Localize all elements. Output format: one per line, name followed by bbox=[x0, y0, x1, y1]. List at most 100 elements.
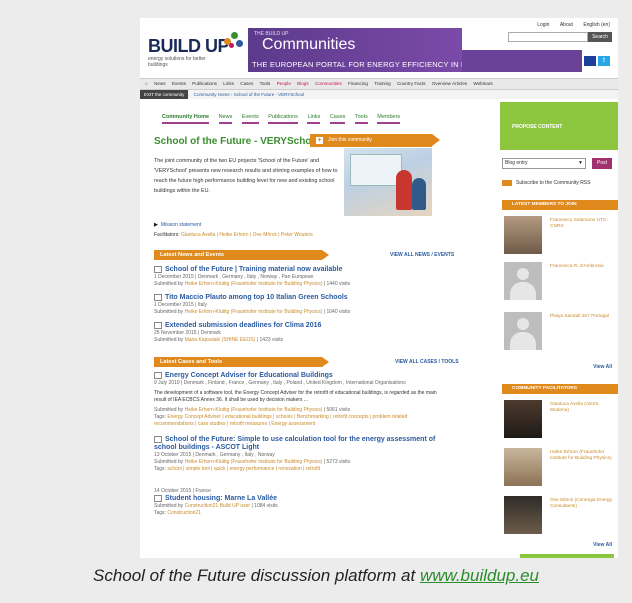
facilitator-item[interactable]: Ove Mörck (Cenergia Energy Consultants) bbox=[502, 494, 618, 538]
author-link[interactable]: Heike Erhorn-Kluttig (Fraunhofer Institu… bbox=[185, 281, 323, 287]
tag-links[interactable]: Energy Concept Adviser | educational bui… bbox=[154, 414, 407, 427]
view-all-cases-link[interactable]: VIEW ALL CASES / TOOLS bbox=[395, 359, 459, 365]
facilitator-item[interactable]: Heike Erhorn (Fraunhofer Institute for B… bbox=[502, 446, 618, 490]
figure-caption: School of the Future discussion platform… bbox=[0, 566, 632, 586]
case-title[interactable]: Student housing: Marne La Vallée bbox=[165, 495, 277, 502]
news-submitted: Submitted by Heike Erhorn-Kluttig (Fraun… bbox=[154, 309, 351, 315]
author-link[interactable]: Construction21 Build UP user bbox=[185, 503, 251, 509]
member-name[interactable]: Plaiya Sandall 267 Portugal bbox=[550, 314, 616, 320]
banner-title: Communities bbox=[262, 36, 356, 53]
nav-item-communities[interactable]: Communities bbox=[315, 79, 342, 89]
facilitators-links[interactable]: Gianluca Avella | Heike Erhorn | Ove Mör… bbox=[181, 232, 313, 238]
nav-item-tools[interactable]: Tools bbox=[260, 79, 271, 89]
nav-item-links[interactable]: Links bbox=[223, 79, 234, 89]
tab-tools[interactable]: Tools bbox=[354, 114, 368, 124]
news-item: School of the Future | Training material… bbox=[154, 266, 438, 288]
view-all-news-link[interactable]: VIEW ALL NEWS / EVENTS bbox=[390, 252, 454, 258]
nav-item-blogs[interactable]: Blogs bbox=[297, 79, 309, 89]
nav-item-news[interactable]: News bbox=[154, 79, 166, 89]
tab-publications[interactable]: Publications bbox=[268, 114, 298, 124]
news-item: Extended submission deadlines for Clima … bbox=[154, 322, 438, 344]
member-item[interactable]: Plaiya Sandall 267 Portugal bbox=[502, 310, 618, 354]
case-tags: Tags: Energy Concept Adviser | education… bbox=[154, 414, 408, 427]
mission-statement-link[interactable]: ▶ Mission statement bbox=[154, 222, 201, 228]
case-submitted: Submitted by Heike Erhorn-Kluttig (Fraun… bbox=[154, 407, 351, 413]
post-button[interactable]: Post bbox=[592, 158, 612, 169]
search-button[interactable]: Search bbox=[588, 32, 612, 42]
case-tags: Tags: Construction21 bbox=[154, 510, 201, 516]
tab-community-home[interactable]: Community Home bbox=[162, 114, 210, 124]
visit-count: | 1440 visits bbox=[323, 281, 351, 287]
member-name[interactable]: Francesco Salamone UTC-CNRS bbox=[550, 218, 616, 230]
nav-item-country-facts[interactable]: Country Facts bbox=[397, 79, 426, 89]
content-type-select[interactable]: Blog entry ▼ bbox=[502, 158, 586, 169]
facilitators-view-all-link[interactable]: View All bbox=[593, 542, 612, 548]
case-submitted: Submitted by Heike Erhorn-Kluttig (Fraun… bbox=[154, 459, 351, 465]
author-link[interactable]: Heike Erhorn-Kluttig (Fraunhofer Institu… bbox=[185, 309, 323, 315]
play-icon: ▶ bbox=[154, 222, 158, 228]
nav-item-overview-articles[interactable]: Overview Articles bbox=[432, 79, 467, 89]
author-link[interactable]: Heike Erhorn-Kluttig (Fraunhofer Institu… bbox=[185, 407, 323, 413]
nav-item-people[interactable]: People bbox=[277, 79, 291, 89]
exit-community-button[interactable]: EXIT the community bbox=[140, 90, 189, 99]
avatar bbox=[504, 496, 542, 534]
news-title[interactable]: Tito Maccio Plauto among top 10 Italian … bbox=[165, 294, 348, 301]
default-avatar-icon bbox=[504, 262, 542, 300]
facilitators-header: COMMUNITY FACILITATORS bbox=[502, 384, 618, 394]
news-title[interactable]: School of the Future | Training material… bbox=[165, 266, 342, 273]
tag-links[interactable]: school | simple tool | quick | energy pe… bbox=[167, 466, 320, 472]
facilitator-name[interactable]: Gianluca Avella (AESS Modena) bbox=[550, 402, 616, 414]
nav-item-cases[interactable]: Cases bbox=[240, 79, 253, 89]
author-link[interactable]: Heike Erhorn-Kluttig (Fraunhofer Institu… bbox=[185, 459, 323, 465]
about-link[interactable]: About bbox=[560, 22, 573, 28]
facilitator-name[interactable]: Heike Erhorn (Fraunhofer Institute for B… bbox=[550, 450, 616, 462]
home-icon[interactable]: ⌂ bbox=[145, 79, 148, 89]
case-item: School of the Future: Simple to use calc… bbox=[154, 436, 438, 473]
language-select[interactable]: English (en) bbox=[583, 22, 610, 28]
nav-item-financing[interactable]: Financing bbox=[348, 79, 368, 89]
case-icon bbox=[154, 372, 162, 380]
tab-cases[interactable]: Cases bbox=[329, 114, 346, 124]
rss-subscribe-link[interactable]: Subscribe to the Community RSS bbox=[502, 178, 618, 188]
nav-item-webinars[interactable]: Webinars bbox=[473, 79, 492, 89]
nav-item-training[interactable]: Training bbox=[374, 79, 390, 89]
case-item: 14 October 2015 | France Student housing… bbox=[154, 488, 438, 517]
case-description: The development of a software tool, the … bbox=[154, 390, 437, 403]
case-title[interactable]: Energy Concept Adviser for Educational B… bbox=[165, 372, 333, 379]
tab-links[interactable]: Links bbox=[307, 114, 321, 124]
banner-strip bbox=[462, 50, 582, 72]
login-link[interactable]: Login bbox=[537, 22, 549, 28]
propose-content-title: PROPOSE CONTENT bbox=[512, 124, 563, 130]
case-item: Energy Concept Adviser for Educational B… bbox=[154, 372, 438, 428]
tag-links[interactable]: Construction21 bbox=[167, 510, 201, 516]
eu-flag-icon bbox=[584, 56, 596, 66]
buildup-logo[interactable]: BUILD UP bbox=[148, 36, 230, 57]
case-title[interactable]: School of the Future: Simple to use calc… bbox=[154, 436, 435, 451]
news-title[interactable]: Extended submission deadlines for Clima … bbox=[165, 322, 321, 329]
twitter-icon[interactable]: t bbox=[598, 56, 610, 66]
member-item[interactable]: Francesca R. d'Ambrosio bbox=[502, 260, 618, 304]
top-links: Login About English (en) bbox=[528, 22, 610, 28]
plus-icon: + bbox=[316, 137, 323, 144]
member-name[interactable]: Francesca R. d'Ambrosio bbox=[550, 264, 616, 270]
nav-item-publications[interactable]: Publications bbox=[192, 79, 217, 89]
join-community-button[interactable]: + Join this community bbox=[310, 134, 440, 147]
news-icon bbox=[154, 294, 162, 302]
caption-link[interactable]: www.buildup.eu bbox=[420, 566, 539, 585]
member-item[interactable]: Francesco Salamone UTC-CNRS bbox=[502, 214, 618, 258]
facilitator-name[interactable]: Ove Mörck (Cenergia Energy Consultants) bbox=[550, 498, 616, 510]
tab-news[interactable]: News bbox=[218, 114, 233, 124]
facilitator-item[interactable]: Gianluca Avella (AESS Modena) bbox=[502, 398, 618, 442]
members-view-all-link[interactable]: View All bbox=[593, 364, 612, 370]
news-meta: 25 November 2015 | Denmark bbox=[154, 330, 221, 336]
news-icon bbox=[154, 266, 162, 274]
visit-count: | 1084 visits bbox=[251, 503, 278, 509]
author-link[interactable]: Maria Kapsalaki (SHINE EEOS) bbox=[185, 337, 256, 343]
tab-members[interactable]: Members bbox=[377, 114, 401, 124]
nav-item-events[interactable]: Events bbox=[172, 79, 186, 89]
tab-events[interactable]: Events bbox=[241, 114, 259, 124]
news-icon bbox=[154, 322, 162, 330]
breadcrumb-path[interactable]: Community Home › School of the Future - … bbox=[194, 92, 304, 97]
student-figure bbox=[412, 178, 426, 210]
search-input[interactable] bbox=[508, 32, 588, 42]
